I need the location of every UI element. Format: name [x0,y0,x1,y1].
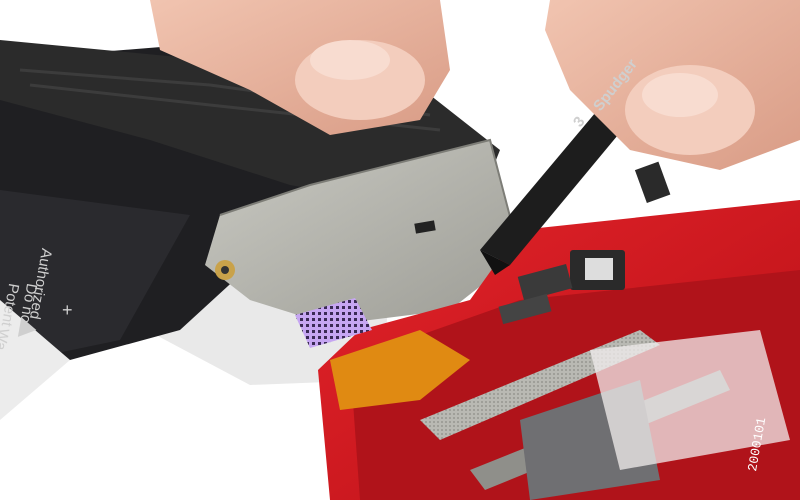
teardown-photo: Do no Potent Authorized Wa + 3 Spudger 2… [0,0,800,500]
warning-triangle-icon [17,317,39,340]
battery-plus-sign: + [62,300,73,320]
photo-canvas [0,0,800,500]
